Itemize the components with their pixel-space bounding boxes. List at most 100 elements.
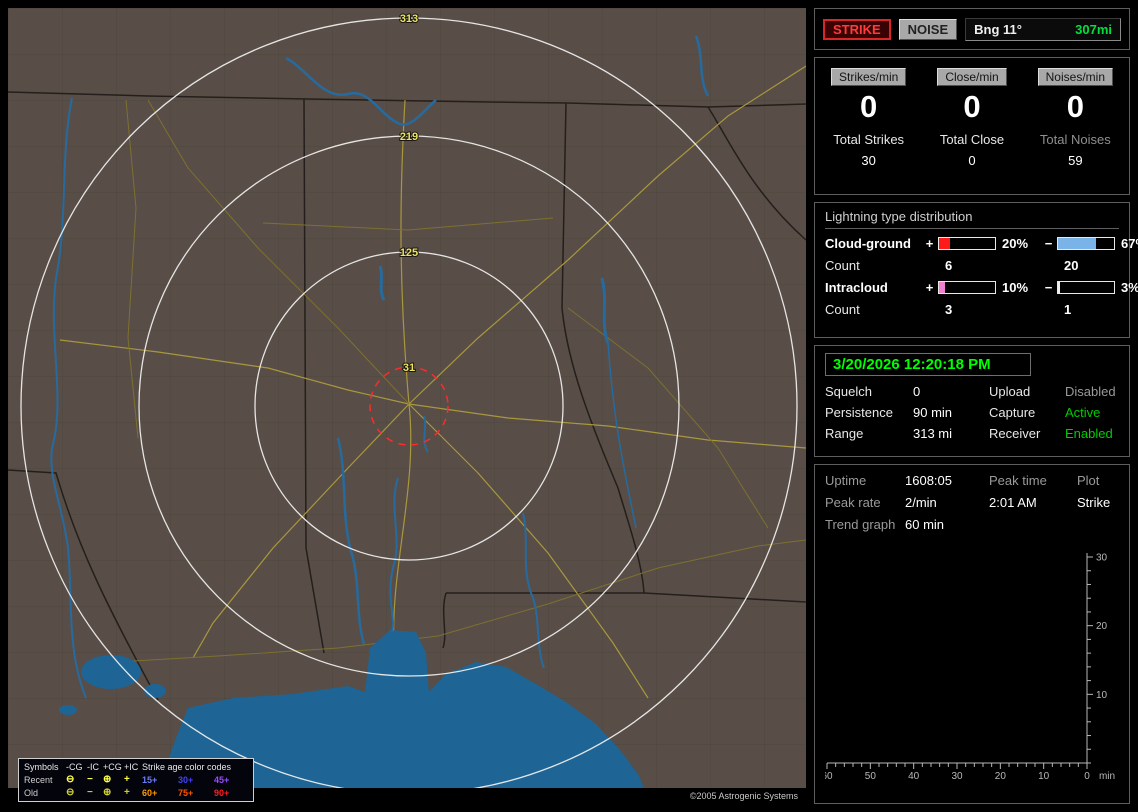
uptime-value: 1608:05	[905, 473, 952, 488]
cg-positive-count: 6	[945, 258, 953, 273]
lake	[144, 684, 166, 698]
range-ring-label: 125	[400, 247, 418, 259]
close-ring-label: 31	[403, 362, 415, 374]
close-counter: Close/min 0 Total Close 0	[920, 68, 1023, 188]
capture-status: Active	[1065, 405, 1101, 420]
strike-symbol-icon: ⊖	[66, 787, 75, 798]
cg-negative-pct: 67%	[1121, 236, 1138, 251]
noises-counter: Noises/min 0 Total Noises 59	[1024, 68, 1127, 188]
minus-sign: −	[1044, 280, 1053, 295]
age-code: 90+	[214, 788, 230, 798]
age-code: 75+	[178, 788, 194, 798]
plot-value: Strike	[1077, 495, 1111, 510]
cg-positive-pct: 20%	[1002, 236, 1029, 251]
last-strike-distance: 307mi	[1075, 21, 1112, 37]
trend-graph-label: Trend graph	[825, 517, 896, 532]
stats-grid: Uptime 1608:05 Peak time Plot Peak rate …	[825, 473, 1119, 532]
ic-positive-pct: 10%	[1002, 280, 1029, 295]
strike-symbol-icon: ⊕	[103, 787, 112, 798]
noise-indicator[interactable]: NOISE	[898, 18, 958, 40]
lake	[81, 655, 141, 689]
legend-symbols-label: Symbols	[24, 762, 59, 772]
svg-text:30: 30	[951, 771, 963, 782]
strike-symbol-icon: +	[124, 774, 130, 785]
copyright-text: ©2005 Astrogenic Systems	[689, 791, 798, 801]
strikes-per-min-label: Strikes/min	[830, 68, 907, 86]
range-ring-label: 219	[400, 131, 418, 143]
total-close-value: 0	[968, 153, 976, 168]
cg-negative-bar	[1057, 237, 1115, 250]
peak-rate-label: Peak rate	[825, 495, 881, 510]
svg-text:0: 0	[1084, 771, 1090, 782]
sidebar: STRIKE NOISE Bng 11° 307mi Strikes/min 0…	[814, 8, 1138, 804]
intracloud-label: Intracloud	[825, 280, 888, 295]
receiver-status: Enabled	[1065, 426, 1113, 441]
strike-symbol-icon: +	[124, 787, 130, 798]
uptime-label: Uptime	[825, 473, 867, 488]
svg-text:30: 30	[1096, 553, 1108, 564]
age-code: 45+	[214, 775, 230, 785]
legend-symbol-col-label: -CG	[66, 762, 83, 772]
noises-per-min-label: Noises/min	[1037, 68, 1113, 86]
ic-negative-bar	[1057, 281, 1115, 294]
upload-label: Upload	[989, 384, 1031, 399]
noises-per-min-value: 0	[1066, 89, 1084, 124]
peak-time-label: Peak time	[989, 473, 1047, 488]
legend-row-label: Old	[24, 788, 39, 798]
total-strikes-label: Total Strikes	[833, 132, 905, 147]
range-label: Range	[825, 426, 864, 441]
legend-symbol-col-label: +IC	[124, 762, 139, 772]
squelch-label: Squelch	[825, 384, 872, 399]
legend-row-label: Recent	[24, 775, 53, 785]
svg-text:10: 10	[1096, 690, 1108, 701]
persistence-value: 90 min	[913, 405, 953, 420]
ic-positive-bar	[938, 281, 996, 294]
range-ring-label: 313	[400, 13, 418, 25]
legend-age-title: Strike age color codes	[142, 762, 232, 772]
total-noises-label: Total Noises	[1039, 132, 1111, 147]
svg-text:60: 60	[825, 771, 833, 782]
plus-sign: +	[925, 236, 934, 251]
svg-text:20: 20	[1096, 621, 1108, 632]
strike-symbol-icon: ⊕	[103, 774, 112, 785]
total-strikes-value: 30	[861, 153, 876, 168]
close-per-min-value: 0	[963, 89, 981, 124]
bearing-value: Bng 11°	[974, 21, 1022, 37]
receiver-label: Receiver	[989, 426, 1041, 441]
persistence-label: Persistence	[825, 405, 893, 420]
capture-label: Capture	[989, 405, 1036, 420]
strikes-per-min-value: 0	[860, 89, 878, 124]
age-code: 30+	[178, 775, 194, 785]
ic-positive-count: 3	[945, 302, 953, 317]
svg-text:40: 40	[908, 771, 920, 782]
strike-legend: Symbols -CG -IC +CG +IC Strike age color code…	[18, 758, 254, 802]
range-value: 313 mi	[913, 426, 953, 441]
plot-label: Plot	[1077, 473, 1100, 488]
clock: 3/20/2026 12:20:18 PM	[825, 353, 1031, 376]
rate-counters-section: Strikes/min 0 Total Strikes 30 Close/min…	[814, 57, 1130, 195]
app-window: 313 219 125 31 ©2005 Astrogenic Systems Sym…	[0, 0, 1138, 812]
cg-positive-bar	[938, 237, 996, 250]
ic-count-label: Count	[825, 302, 860, 317]
map-panel: 313 219 125 31 ©2005 Astrogenic Systems Sym…	[8, 8, 806, 804]
cloud-ground-count-row: Count 6 20	[825, 258, 1119, 273]
indicator-section: STRIKE NOISE Bng 11° 307mi	[814, 8, 1130, 50]
trend-graph-value: 60 min	[905, 517, 945, 532]
ic-negative-count: 1	[1064, 302, 1072, 317]
strike-legend-grid: Symbols -CG -IC +CG +IC Strike age color code…	[24, 761, 248, 799]
trend-graph: 10 20 30 0 10 20 30 40 50 60 min	[825, 553, 1115, 783]
cloud-ground-label: Cloud-ground	[825, 236, 911, 251]
strike-symbol-icon: −	[87, 774, 93, 785]
strikes-counter: Strikes/min 0 Total Strikes 30	[817, 68, 920, 188]
svg-text:10: 10	[1038, 771, 1050, 782]
minus-sign: −	[1044, 236, 1053, 251]
trend-section: Uptime 1608:05 Peak time Plot Peak rate …	[814, 464, 1130, 804]
status-section: 3/20/2026 12:20:18 PM Squelch 0 Upload D…	[814, 345, 1130, 457]
strike-indicator[interactable]: STRIKE	[823, 18, 891, 40]
age-code: 60+	[142, 788, 158, 798]
upload-status: Disabled	[1065, 384, 1116, 399]
intracloud-row: Intracloud + 10% − 3%	[825, 280, 1138, 295]
cg-count-label: Count	[825, 258, 860, 273]
legend-symbol-col-label: +CG	[103, 762, 122, 772]
lightning-map[interactable]: 313 219 125 31	[8, 8, 806, 788]
